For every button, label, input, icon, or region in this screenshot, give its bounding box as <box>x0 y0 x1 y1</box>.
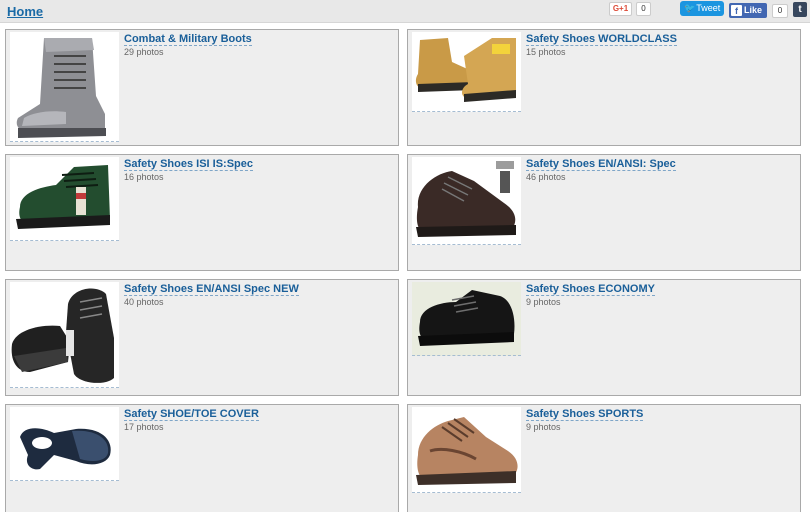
category-card: Safety Shoes WORLDCLASS 15 photos <box>407 29 801 146</box>
category-card: Safety Shoes ISI IS:Spec 16 photos <box>5 154 399 271</box>
category-thumbnail[interactable] <box>412 407 521 493</box>
isi-shoe-image <box>10 157 119 240</box>
category-title[interactable]: Safety SHOE/TOE COVER <box>124 408 259 421</box>
worldclass-boots-image <box>412 32 521 111</box>
photo-count: 15 photos <box>526 47 566 57</box>
category-card: Combat & Military Boots 29 photos <box>5 29 399 146</box>
category-title[interactable]: Safety Shoes EN/ANSI Spec NEW <box>124 283 299 296</box>
economy-shoe-image <box>412 282 521 355</box>
photo-count: 40 photos <box>124 297 164 307</box>
facebook-like-count: 0 <box>772 4 788 18</box>
facebook-like-label: Like <box>744 5 763 15</box>
category-thumbnail[interactable] <box>412 282 521 356</box>
category-thumbnail[interactable] <box>412 32 521 112</box>
tweet-label: Tweet <box>696 3 721 13</box>
tweet-button[interactable]: 🐦Tweet <box>680 1 724 16</box>
photo-count: 9 photos <box>526 297 561 307</box>
photo-count: 29 photos <box>124 47 164 57</box>
category-thumbnail[interactable] <box>10 32 119 142</box>
tumblr-share-button[interactable]: t <box>793 2 807 17</box>
google-plus-count: 0 <box>636 2 651 16</box>
category-title[interactable]: Safety Shoes EN/ANSI: Spec <box>526 158 676 171</box>
category-card: Safety Shoes SPORTS 9 photos <box>407 404 801 512</box>
google-plus-button[interactable]: G+1 <box>609 2 632 16</box>
photo-count: 17 photos <box>124 422 164 432</box>
category-thumbnail[interactable] <box>10 407 119 481</box>
photo-count: 9 photos <box>526 422 561 432</box>
category-title[interactable]: Safety Shoes SPORTS <box>526 408 644 421</box>
facebook-like-button[interactable]: f Like <box>729 3 767 18</box>
home-link[interactable]: Home <box>7 4 43 19</box>
category-card: Safety Shoes ECONOMY 9 photos <box>407 279 801 396</box>
toe-cover-image <box>10 407 119 480</box>
category-thumbnail[interactable] <box>10 282 119 388</box>
category-title[interactable]: Combat & Military Boots <box>124 33 252 46</box>
category-card: Safety SHOE/TOE COVER 17 photos <box>5 404 399 512</box>
en-ansi-new-shoes-image <box>10 282 119 387</box>
category-thumbnail[interactable] <box>10 157 119 241</box>
combat-boot-image <box>10 32 119 141</box>
photo-count: 46 photos <box>526 172 566 182</box>
category-title[interactable]: Safety Shoes WORLDCLASS <box>526 33 677 46</box>
category-title[interactable]: Safety Shoes ECONOMY <box>526 283 655 296</box>
en-ansi-shoe-image <box>412 157 521 244</box>
facebook-icon: f <box>731 5 742 16</box>
category-card: Safety Shoes EN/ANSI Spec NEW 40 photos <box>5 279 399 396</box>
photo-count: 16 photos <box>124 172 164 182</box>
twitter-bird-icon: 🐦 <box>684 3 696 13</box>
category-title[interactable]: Safety Shoes ISI IS:Spec <box>124 158 253 171</box>
category-thumbnail[interactable] <box>412 157 521 245</box>
top-bar: Home G+1 0 🐦Tweet f Like 0 t <box>0 0 810 23</box>
category-card: Safety Shoes EN/ANSI: Spec 46 photos <box>407 154 801 271</box>
sports-shoe-image <box>412 407 521 492</box>
